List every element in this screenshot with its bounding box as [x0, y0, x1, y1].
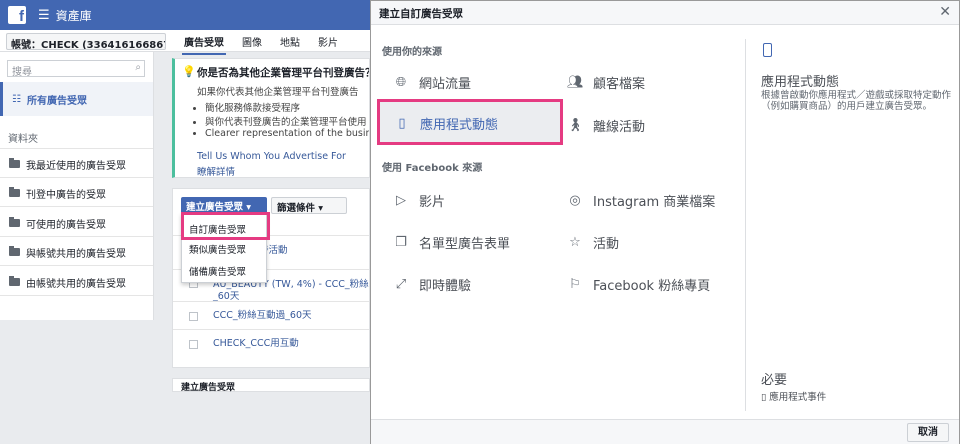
folder-icon: [9, 217, 20, 227]
account-select[interactable]: 帳號：CHECK (336416166867...: [6, 33, 166, 50]
facebook-logo-icon[interactable]: f: [8, 6, 26, 25]
dialog-footer: 取消: [371, 419, 959, 444]
audience-name[interactable]: CCC_粉絲互動過_60天: [213, 307, 312, 321]
divider: [0, 236, 153, 237]
folder-icon: [9, 187, 20, 197]
option-lead-form[interactable]: ❐ 名單型廣告表單: [393, 233, 510, 252]
advertiser-notice: 💡 你是否為其他企業管理平台刊登廣告？ 如果你代表其他企業管理平台刊登廣告 簡化…: [172, 58, 370, 178]
tab-locations[interactable]: 地點: [278, 32, 302, 55]
divider: [0, 148, 153, 149]
option-facebook-page[interactable]: ⚐ Facebook 粉絲專頁: [567, 275, 710, 294]
bottom-bar: 建立廣告受眾: [172, 378, 370, 393]
create-custom-audience-dialog: 建立自訂廣告受眾 ✕ 使用你的來源 🌐︎ 網站流量 👥︎ 顧客檔案 ▯ 應用程式動態 …: [370, 0, 960, 444]
option-instagram[interactable]: ◎ Instagram 商業檔案: [567, 191, 715, 210]
section-own-sources: 使用你的來源: [382, 47, 442, 58]
divider: [0, 265, 153, 266]
sidebar: 搜尋 ⌕ ☷ 所有廣告受眾 資料夾 我最近使用的廣告受眾 刊登中廣告的受眾 可使…: [0, 52, 154, 320]
learn-more-link[interactable]: 瞭解詳情: [197, 164, 369, 177]
star-icon: ☆: [569, 235, 581, 250]
sidebar-folder[interactable]: 由帳號共用的廣告受眾: [9, 274, 126, 290]
row-checkbox[interactable]: [189, 340, 198, 349]
lightbulb-icon: 💡: [182, 65, 196, 78]
notice-question: 你是否為其他企業管理平台刊登廣告？: [197, 67, 370, 79]
hamburger-icon[interactable]: ☰: [38, 8, 50, 23]
advertise-for-link[interactable]: Tell Us Whom You Advertise For: [197, 151, 369, 162]
dialog-title: 建立自訂廣告受眾: [379, 8, 463, 20]
cancel-button[interactable]: 取消: [907, 423, 949, 442]
sidebar-folder[interactable]: 與帳號共用的廣告受眾: [9, 244, 126, 260]
globe-icon: 🌐︎: [395, 75, 407, 90]
table-row[interactable]: CCC_粉絲互動過_60天: [173, 301, 369, 321]
play-icon: ▷: [396, 193, 406, 208]
option-instant-experience[interactable]: ⤢ 即時體驗: [393, 275, 471, 294]
divider: [0, 177, 153, 178]
dialog-header: 建立自訂廣告受眾 ✕: [371, 1, 959, 25]
folder-icon: [9, 246, 20, 256]
people-icon: 👥︎: [567, 75, 584, 90]
mobile-icon: [763, 43, 772, 57]
required-item: ▯ 應用程式事件: [761, 392, 827, 403]
sidebar-item-all-audiences[interactable]: ☷ 所有廣告受眾: [0, 82, 153, 116]
expand-icon: ⤢: [395, 277, 407, 292]
option-offline-activity[interactable]: 🚶︎ 離線活動: [567, 116, 645, 135]
tab-videos[interactable]: 影片: [316, 32, 340, 55]
required-heading: 必要: [761, 373, 788, 388]
option-app-activity[interactable]: ▯ 應用程式動態: [394, 114, 574, 133]
table-row[interactable]: CHECK_CCC用互動: [173, 329, 369, 349]
search-icon: ⌕: [135, 62, 141, 73]
option-website-traffic[interactable]: 🌐︎ 網站流量: [393, 73, 471, 92]
detail-description: 根據曾啟動你應用程式／遊戲或採取特定動作（例如購買商品）的用戶建立廣告受眾。: [761, 90, 952, 112]
menu-item-saved-audience[interactable]: 儲備廣告受眾: [189, 264, 246, 278]
folder-icon: [9, 158, 20, 168]
tab-audiences[interactable]: 廣告受眾: [182, 32, 226, 55]
filter-button[interactable]: 篩選條件 ▾: [271, 197, 347, 214]
close-icon[interactable]: ✕: [939, 4, 951, 20]
section-facebook-sources: 使用 Facebook 來源: [382, 163, 483, 174]
option-video[interactable]: ▷ 影片: [393, 191, 445, 210]
bottom-create-label[interactable]: 建立廣告受眾: [181, 380, 235, 393]
row-checkbox[interactable]: [189, 312, 198, 321]
folder-icon: [9, 276, 20, 286]
folders-heading: 資料夾: [8, 134, 38, 145]
option-app-activity-selected[interactable]: ▯ 應用程式動態: [377, 99, 563, 145]
detail-title: 應用程式動態: [761, 75, 840, 90]
sidebar-folder[interactable]: 刊登中廣告的受眾: [9, 185, 106, 201]
audience-name[interactable]: CHECK_CCC用互動: [213, 335, 299, 349]
divider: [0, 206, 153, 207]
notice-bullets: 簡化服務條款接受程序 與你代表刊登廣告的企業管理平台使用 Clearer rep…: [205, 100, 369, 139]
sidebar-folder[interactable]: 我最近使用的廣告受眾: [9, 156, 126, 172]
notice-description: 如果你代表其他企業管理平台刊登廣告: [197, 87, 359, 98]
search-input[interactable]: 搜尋 ⌕: [7, 60, 145, 78]
tab-images[interactable]: 圖像: [240, 32, 264, 55]
option-events[interactable]: ☆ 活動: [567, 233, 619, 252]
flag-icon: ⚐: [569, 277, 581, 292]
option-customer-file[interactable]: 👥︎ 顧客檔案: [567, 73, 645, 92]
menu-item-lookalike-audience[interactable]: 類似廣告受眾: [189, 242, 246, 256]
audience-name-cont[interactable]: _60天: [213, 288, 239, 302]
page-title: 資產庫: [55, 8, 92, 23]
highlight-box: [181, 212, 270, 240]
form-icon: ❐: [395, 235, 407, 250]
asset-tabs: 廣告受眾 圖像 地點 影片: [182, 32, 354, 55]
sidebar-folder[interactable]: 可使用的廣告受眾: [9, 215, 106, 231]
instagram-icon: ◎: [569, 193, 581, 208]
walking-icon: 🚶︎: [567, 118, 584, 133]
divider: [745, 39, 746, 411]
mobile-icon: ▯: [398, 116, 406, 131]
account-bar: 帳號：CHECK (336416166867... 廣告受眾 圖像 地點 影片: [0, 30, 370, 55]
list-icon: ☷: [12, 93, 21, 105]
divider: [0, 295, 153, 296]
